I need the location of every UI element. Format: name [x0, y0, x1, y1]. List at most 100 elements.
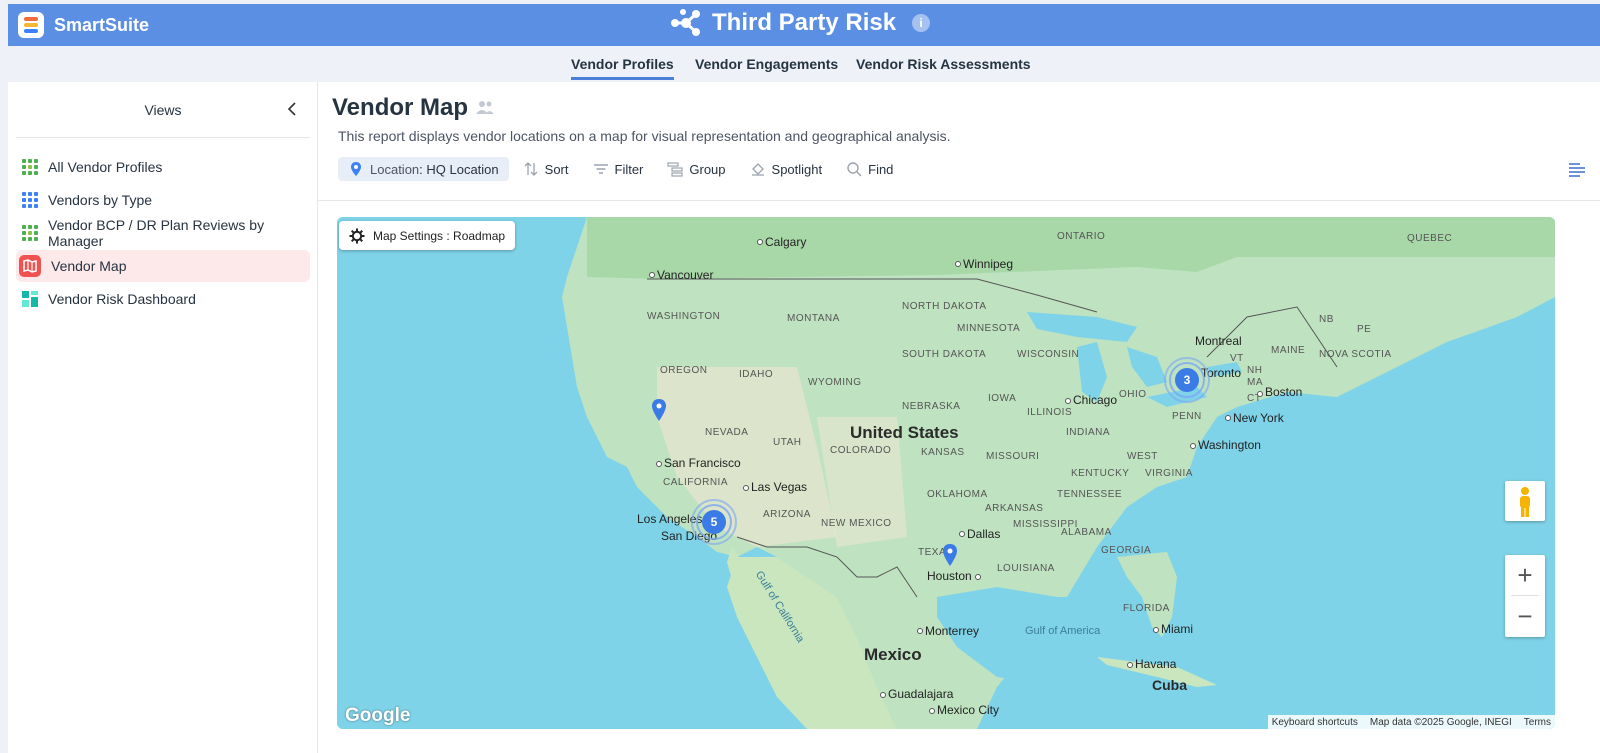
find-label: Find — [868, 161, 894, 177]
map-label-state: WISCONSIN — [1017, 349, 1080, 360]
people-icon[interactable] — [476, 100, 494, 114]
map-label-state: GEORGIA — [1101, 545, 1152, 556]
grid-blue-icon — [22, 192, 38, 208]
brand[interactable]: SmartSuite — [18, 12, 149, 38]
map-label-city: Winnipeg — [963, 257, 1014, 271]
city-marker — [1065, 398, 1071, 404]
main-panel: Vendor Map This report displays vendor l… — [318, 82, 1600, 753]
vendor-cluster-marker[interactable]: 3 — [1163, 356, 1211, 404]
city-marker — [743, 485, 749, 491]
map-label-country: Mexico — [864, 645, 922, 664]
location-prefix: Location — [370, 161, 420, 177]
map-label-state: NH — [1247, 365, 1263, 376]
city-marker — [955, 261, 961, 267]
pegman-icon — [1520, 487, 1530, 517]
city-marker — [1257, 391, 1263, 397]
map-label-state: NB — [1319, 314, 1334, 325]
map-settings-button[interactable]: Map Settings : Roadmap — [339, 221, 516, 250]
map-settings-label: Map Settings : Roadmap — [373, 228, 506, 243]
map-label-city: New York — [1233, 411, 1284, 425]
map-label-state: ALABAMA — [1061, 527, 1112, 538]
street-view-pegman[interactable] — [1505, 481, 1545, 521]
filter-icon — [593, 164, 608, 174]
map-label-state: VIRGINIA — [1145, 468, 1193, 479]
keyboard-shortcuts-link[interactable]: Keyboard shortcuts — [1272, 717, 1358, 728]
map-label-city: Mexico City — [937, 703, 1000, 717]
terms-link[interactable]: Terms — [1524, 717, 1551, 728]
map-label-country: United States — [850, 423, 959, 442]
map-label-city: Miami — [1161, 622, 1193, 636]
view-item-label: Vendor BCP / DR Plan Reviews by Manager — [48, 217, 265, 249]
map-label-state: WYOMING — [808, 377, 862, 388]
map-label-city: Vancouver — [657, 268, 714, 282]
google-logo[interactable]: Google — [345, 705, 410, 727]
group-icon — [667, 162, 683, 177]
city-marker — [757, 239, 763, 245]
vendor-location-pin-icon[interactable] — [651, 399, 667, 421]
map-label-city: Calgary — [765, 235, 807, 249]
gear-icon — [349, 228, 365, 243]
list-settings-icon[interactable] — [1568, 162, 1586, 178]
city-marker — [649, 272, 655, 278]
map-label-state: OHIO — [1119, 389, 1147, 400]
map-label-state: FLORIDA — [1123, 603, 1170, 614]
tab-vendor-risk-assessments[interactable]: Vendor Risk Assessments — [856, 56, 1031, 72]
views-header: Views — [16, 82, 310, 138]
location-field-button[interactable]: Location : HQ Location — [338, 157, 509, 181]
zoom-out-button[interactable]: − — [1505, 596, 1545, 636]
spotlight-button[interactable]: Spotlight — [740, 157, 833, 181]
map-label-state: MAINE — [1271, 345, 1306, 356]
city-marker — [1190, 443, 1196, 449]
map-label-city: San Francisco — [664, 456, 741, 470]
view-item-vendor-risk-dashboard[interactable]: Vendor Risk Dashboard — [16, 283, 310, 315]
map-label-state: MISSOURI — [986, 451, 1040, 462]
city-marker — [975, 574, 981, 580]
grid-green-icon — [22, 159, 38, 175]
map-label-state: MONTANA — [787, 313, 840, 324]
view-item-all-vendor-profiles[interactable]: All Vendor Profiles — [16, 151, 310, 183]
map-label-city: Dallas — [967, 527, 1001, 541]
map-label-state: UTAH — [773, 437, 802, 448]
map-label-city: Las Vegas — [751, 480, 808, 494]
cluster-count: 3 — [1175, 368, 1199, 392]
view-item-bcp-dr-reviews[interactable]: Vendor BCP / DR Plan Reviews by Manager — [16, 217, 310, 249]
tab-vendor-engagements[interactable]: Vendor Engagements — [695, 56, 838, 72]
toolbar-divider — [318, 200, 1600, 201]
map-label-country: Cuba — [1152, 677, 1187, 693]
filter-button[interactable]: Filter — [583, 157, 654, 181]
view-item-vendors-by-type[interactable]: Vendors by Type — [16, 184, 310, 216]
map-label-state: NOVA SCOTIA — [1319, 349, 1392, 360]
map-label-state: WASHINGTON — [647, 311, 721, 322]
map-label-state: SOUTH DAKOTA — [902, 349, 987, 360]
zoom-in-button[interactable]: + — [1505, 555, 1545, 595]
map-label-city: Monterrey — [925, 624, 980, 638]
collapse-chevron-icon[interactable] — [282, 98, 304, 120]
filter-label: Filter — [614, 161, 644, 177]
group-button[interactable]: Group — [657, 157, 735, 181]
vendor-cluster-marker[interactable]: 5 — [690, 498, 738, 546]
find-button[interactable]: Find — [836, 157, 903, 181]
view-item-vendor-map[interactable]: Vendor Map — [16, 250, 310, 282]
info-icon[interactable]: i — [912, 14, 931, 32]
map-label-state: VT — [1230, 353, 1244, 364]
map-basemap — [337, 217, 1555, 729]
vendor-location-pin-icon[interactable] — [942, 544, 958, 566]
map-data-notice: Map data ©2025 Google, INEGI — [1369, 716, 1512, 728]
brand-name: SmartSuite — [54, 14, 150, 35]
map-label-state: COLORADO — [830, 445, 892, 456]
map-label-state: IDAHO — [739, 369, 774, 380]
vendor-map[interactable]: Map Settings : Roadmap United States Mex… — [337, 217, 1555, 729]
city-marker — [1127, 662, 1133, 668]
city-marker — [959, 531, 965, 537]
views-title: Views — [144, 102, 182, 118]
map-label-city: Montreal — [1195, 334, 1242, 348]
city-marker — [656, 461, 662, 467]
table-tabs: Vendor Profiles Vendor Engagements Vendo… — [8, 46, 1600, 82]
map-label-state: PENN — [1172, 411, 1202, 422]
dashboard-icon — [22, 291, 38, 307]
map-label-state: NEW MEXICO — [821, 518, 892, 529]
tab-vendor-profiles[interactable]: Vendor Profiles — [571, 56, 674, 80]
sort-button[interactable]: Sort — [513, 157, 579, 181]
map-label-state: KENTUCKY — [1071, 468, 1130, 479]
sort-icon — [524, 162, 538, 176]
